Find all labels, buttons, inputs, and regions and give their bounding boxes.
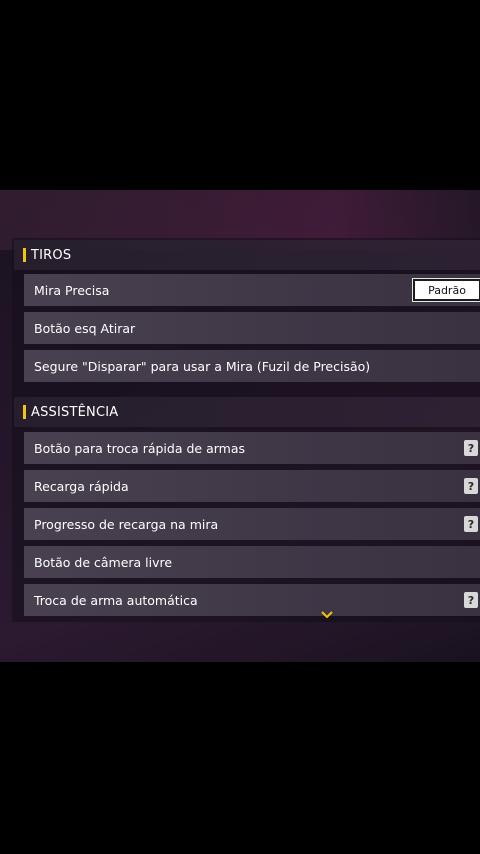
setting-label: Botão de câmera livre — [34, 554, 173, 570]
setting-label: Botão para troca rápida de armas — [34, 440, 245, 456]
chevron-down-icon[interactable] — [320, 610, 334, 620]
section-title: ASSISTÊNCIA — [31, 404, 119, 420]
setting-label: Mira Precisa — [34, 282, 110, 298]
setting-row-troca-rapida[interactable]: Botão para troca rápida de armas ? — [24, 432, 480, 464]
setting-row-mira-precisa[interactable]: Mira Precisa Padrão — [24, 274, 480, 306]
section-header-assistencia: ASSISTÊNCIA — [14, 397, 480, 427]
setting-label: Progresso de recarga na mira — [34, 516, 219, 532]
setting-label: Recarga rápida — [34, 478, 129, 494]
setting-row-botao-esq-atirar[interactable]: Botão esq Atirar — [24, 312, 480, 344]
setting-row-segure-disparar[interactable]: Segure "Disparar" para usar a Mira (Fuzi… — [24, 350, 480, 382]
setting-row-camera-livre[interactable]: Botão de câmera livre — [24, 546, 480, 578]
help-icon[interactable]: ? — [464, 516, 478, 532]
help-icon[interactable]: ? — [464, 592, 478, 608]
dropdown-value: Padrão — [428, 283, 466, 297]
setting-label: Segure "Disparar" para usar a Mira (Fuzi… — [34, 358, 371, 374]
section-title: TIROS — [31, 247, 72, 263]
section-header-tiros: TIROS — [14, 240, 480, 270]
mira-precisa-dropdown[interactable]: Padrão — [412, 278, 480, 302]
section-marker-icon — [23, 248, 26, 262]
setting-label: Botão esq Atirar — [34, 320, 136, 336]
help-icon[interactable]: ? — [464, 440, 478, 456]
setting-row-troca-automatica[interactable]: Troca de arma automática ? — [24, 584, 480, 616]
setting-label: Troca de arma automática — [34, 592, 198, 608]
section-marker-icon — [23, 405, 26, 419]
setting-row-recarga-rapida[interactable]: Recarga rápida ? — [24, 470, 480, 502]
setting-row-progresso-recarga[interactable]: Progresso de recarga na mira ? — [24, 508, 480, 540]
help-icon[interactable]: ? — [464, 478, 478, 494]
settings-panel: TIROS Mira Precisa Padrão Botão esq Atir… — [0, 190, 480, 662]
